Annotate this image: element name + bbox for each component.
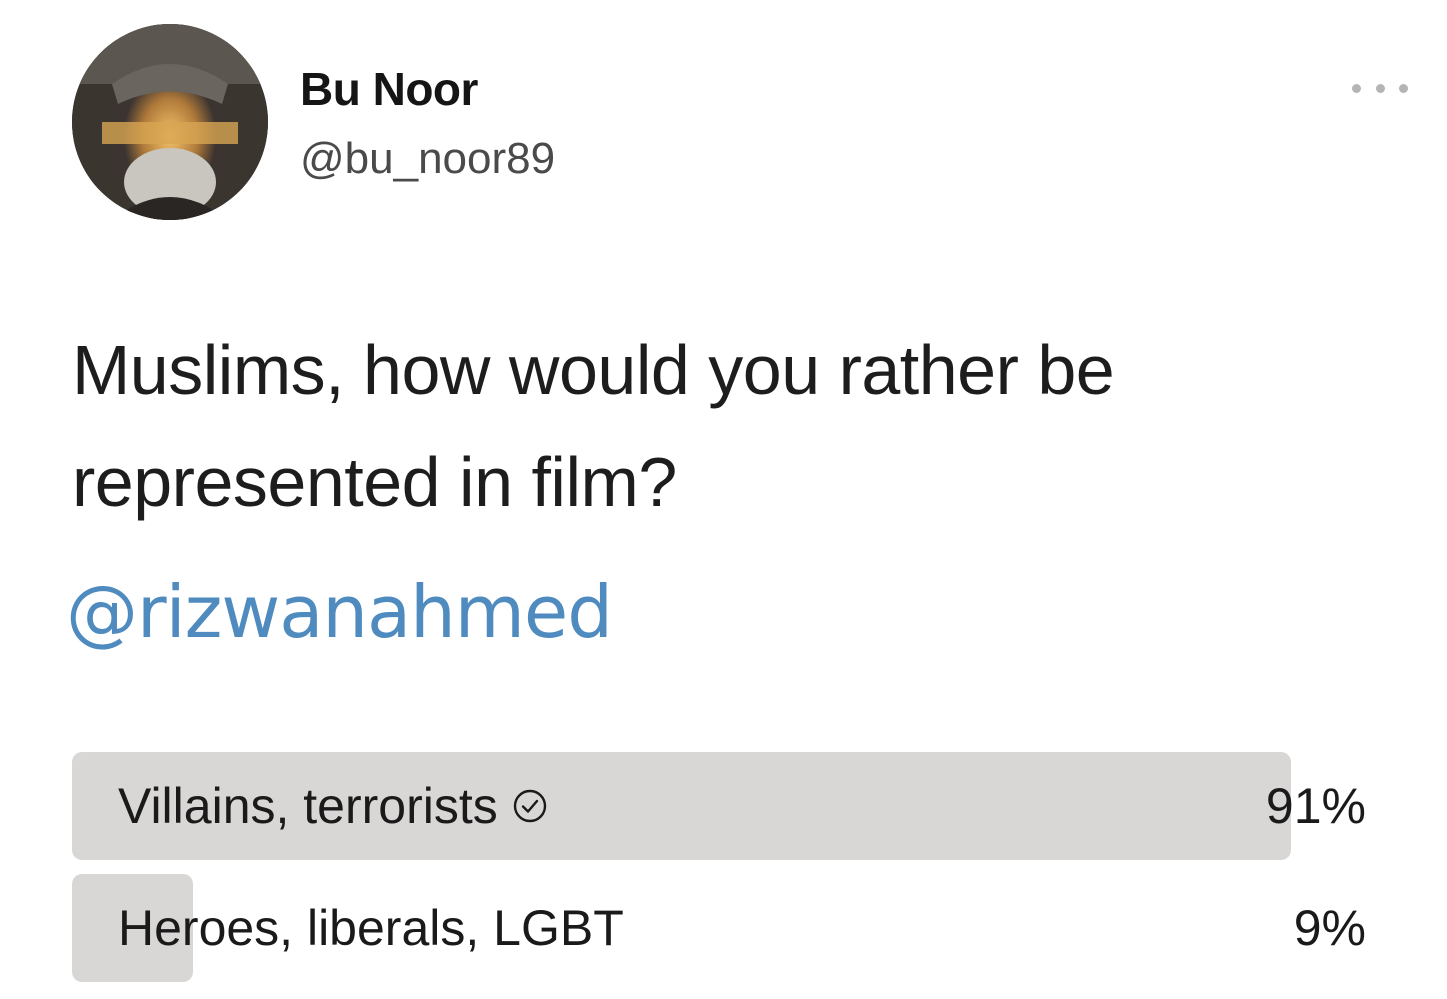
poll-option-percent: 91% [1265,778,1366,834]
more-dot [1399,83,1408,93]
tweet-text: Muslims, how would you rather be represe… [72,331,1115,521]
user-handle[interactable]: @bu_noor89 [300,134,555,184]
more-dot [1352,83,1361,93]
avatar-image [72,24,268,220]
more-dot [1375,83,1385,93]
poll-option-1[interactable]: Villains, terrorists 91% [72,752,1372,860]
check-circle-icon [512,788,548,824]
mention-link[interactable]: @rizwanahmed [66,570,613,654]
display-name[interactable]: Bu Noor [300,62,478,116]
poll-option-label: Heroes, liberals, LGBT [118,900,624,956]
poll-option-label: Villains, terrorists [118,778,498,834]
avatar[interactable] [72,24,268,220]
poll-option-percent: 9% [1293,900,1366,956]
poll-option-2[interactable]: Heroes, liberals, LGBT 9% [72,874,1372,982]
more-horizontal-icon[interactable] [1352,78,1408,98]
